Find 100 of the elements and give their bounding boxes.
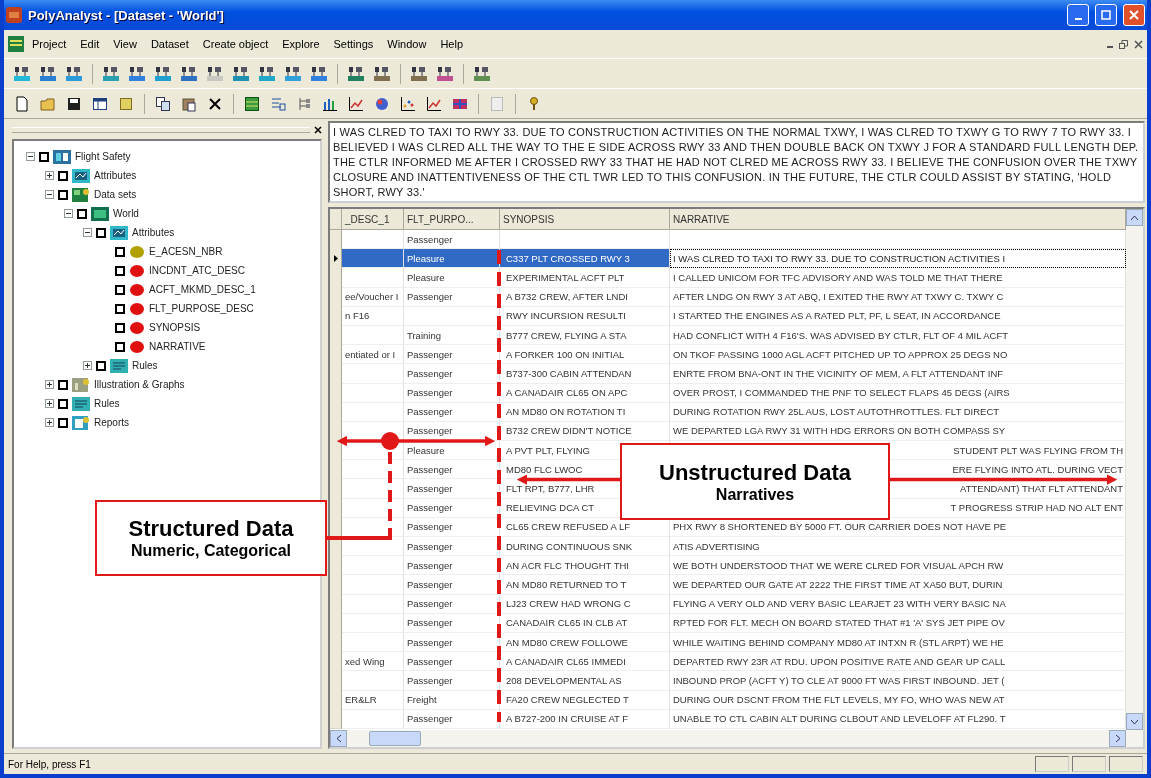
save-icon[interactable]: [66, 95, 82, 112]
menu-item[interactable]: Project: [26, 36, 73, 52]
tree-item[interactable]: Rules: [132, 360, 158, 371]
folder-icon[interactable]: [40, 95, 56, 112]
mining-tool-icon[interactable]: [436, 64, 454, 83]
table-cell: Pleasure: [404, 441, 500, 461]
network-icon[interactable]: [374, 95, 390, 112]
checkbox[interactable]: [58, 379, 68, 390]
tree-item[interactable]: ACFT_MKMD_DESC_1: [149, 284, 256, 295]
grid-icon[interactable]: [244, 95, 260, 112]
menu-item[interactable]: Dataset: [144, 36, 195, 52]
checkbox[interactable]: [115, 265, 125, 276]
menu-item[interactable]: Window: [381, 36, 433, 52]
expand-icon[interactable]: [45, 380, 54, 389]
collapse-icon[interactable]: [45, 190, 54, 199]
mining-tool-icon[interactable]: [102, 64, 120, 83]
menu-item[interactable]: Explore: [276, 36, 326, 52]
collapse-icon[interactable]: [83, 228, 92, 237]
tree-item[interactable]: Data sets: [94, 189, 137, 200]
mining-tool-icon[interactable]: [258, 64, 276, 83]
line-chart-icon[interactable]: [348, 95, 364, 112]
column-header[interactable]: SYNOPSIS: [500, 209, 670, 230]
mining-tool-icon[interactable]: [39, 64, 57, 83]
checkbox[interactable]: [39, 151, 49, 162]
mining-tool-icon[interactable]: [410, 64, 428, 83]
scrollbar[interactable]: [1126, 209, 1143, 730]
tree-item[interactable]: E_ACESN_NBR: [149, 246, 223, 257]
menu-item[interactable]: Create object: [196, 36, 275, 52]
close-button[interactable]: [1123, 4, 1145, 26]
tree-item[interactable]: Rules: [94, 398, 120, 409]
tree-item[interactable]: SYNOPSIS: [149, 322, 201, 333]
mining-tool-icon[interactable]: [232, 64, 250, 83]
scrollbar[interactable]: [330, 730, 1143, 747]
checkbox[interactable]: [96, 227, 106, 238]
mining-tool-icon[interactable]: [206, 64, 224, 83]
minimize-button[interactable]: [1067, 4, 1089, 26]
mining-tool-icon[interactable]: [13, 64, 31, 83]
collapse-icon[interactable]: [26, 152, 35, 161]
copy-icon[interactable]: [155, 95, 171, 112]
mining-tool-icon[interactable]: [154, 64, 172, 83]
checkbox[interactable]: [96, 360, 106, 371]
close-icon[interactable]: [1134, 39, 1143, 49]
scroll-right-button[interactable]: [1109, 730, 1126, 747]
checkbox[interactable]: [58, 417, 68, 428]
restore-icon[interactable]: [1119, 39, 1128, 49]
mining-tool-icon[interactable]: [310, 64, 328, 83]
delete-icon[interactable]: [207, 95, 223, 112]
tree-item[interactable]: Flight Safety: [75, 151, 131, 162]
scroll-left-button[interactable]: [330, 730, 347, 747]
mining-tool-icon[interactable]: [284, 64, 302, 83]
tree-item[interactable]: Attributes: [132, 227, 175, 238]
menu-item[interactable]: Help: [434, 36, 470, 52]
tree-item[interactable]: NARRATIVE: [149, 341, 206, 352]
tree-item[interactable]: INCDNT_ATC_DESC: [149, 265, 245, 276]
scroll-thumb[interactable]: [369, 731, 421, 746]
menu-item[interactable]: Edit: [74, 36, 106, 52]
mining-tool-icon[interactable]: [373, 64, 391, 83]
tree-item[interactable]: FLT_PURPOSE_DESC: [149, 303, 254, 314]
minimize-icon[interactable]: [1107, 45, 1113, 48]
scroll-down-button[interactable]: [1126, 713, 1143, 730]
line-chart-icon[interactable]: [426, 95, 442, 112]
checkbox[interactable]: [115, 341, 125, 352]
scatter-icon[interactable]: [400, 95, 416, 112]
column-header[interactable]: _DESC_1: [342, 209, 404, 230]
table-cell: WE DEPARTED OUR GATE AT 2222 THE FIRST TIME AT XA50 BUT, DURIN: [670, 575, 1126, 595]
checkbox[interactable]: [115, 303, 125, 314]
mining-tool-icon[interactable]: [347, 64, 365, 83]
checkbox[interactable]: [77, 208, 87, 219]
tree-item[interactable]: World: [113, 208, 139, 219]
column-header[interactable]: NARRATIVE: [670, 209, 1126, 230]
document-icon[interactable]: [14, 95, 30, 112]
checkbox[interactable]: [115, 284, 125, 295]
mining-tool-icon[interactable]: [180, 64, 198, 83]
column-header[interactable]: FLT_PURPO...: [404, 209, 500, 230]
list-icon[interactable]: [270, 95, 286, 112]
menu-item[interactable]: View: [107, 36, 143, 52]
menu-item[interactable]: Settings: [327, 36, 380, 52]
expand-icon[interactable]: [45, 171, 54, 180]
tree-item[interactable]: Reports: [94, 417, 129, 428]
checkbox[interactable]: [58, 189, 68, 200]
expand-icon[interactable]: [45, 399, 54, 408]
close-icon[interactable]: [314, 126, 322, 134]
mining-tool-icon[interactable]: [128, 64, 146, 83]
collapse-icon[interactable]: [64, 209, 73, 218]
checkbox[interactable]: [115, 322, 125, 333]
mining-tool-icon[interactable]: [473, 64, 491, 83]
mining-tool-icon[interactable]: [65, 64, 83, 83]
checkbox[interactable]: [58, 398, 68, 409]
maximize-button[interactable]: [1095, 4, 1117, 26]
tree-item[interactable]: Illustration & Graphs: [94, 379, 185, 390]
expand-icon[interactable]: [83, 361, 92, 370]
checkbox[interactable]: [58, 170, 68, 181]
checkbox[interactable]: [115, 246, 125, 257]
expand-icon[interactable]: [45, 418, 54, 427]
scroll-up-button[interactable]: [1126, 209, 1143, 226]
tree-icon[interactable]: [296, 95, 312, 112]
note-icon[interactable]: [118, 95, 134, 112]
paste-icon[interactable]: [181, 95, 197, 112]
tree-item[interactable]: Attributes: [94, 170, 137, 181]
table-icon[interactable]: [92, 95, 108, 112]
